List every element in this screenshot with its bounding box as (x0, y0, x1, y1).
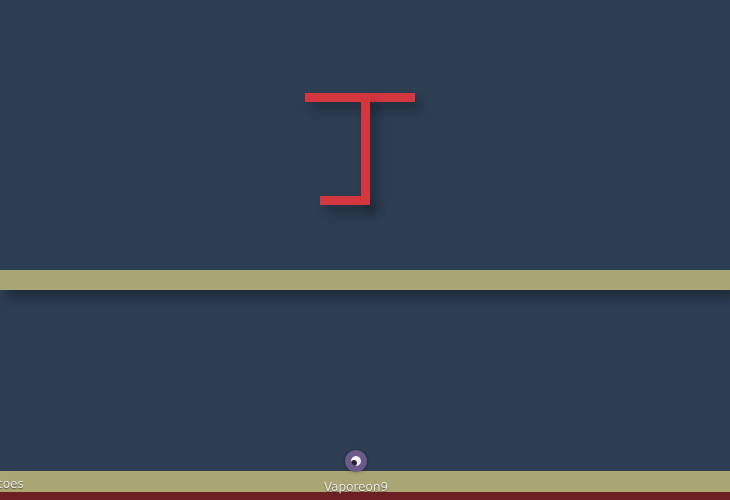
game-canvas[interactable]: Vaporeon9 toes (0, 0, 730, 500)
other-player-name-label: toes (0, 477, 24, 491)
middle-platform (0, 270, 730, 290)
player-pupil (351, 460, 357, 466)
red-obstacle-bottom-bar (320, 196, 370, 205)
player-eye (351, 456, 361, 466)
red-obstacle-top-bar (305, 93, 415, 102)
player-name-label: Vaporeon9 (323, 480, 389, 494)
red-obstacle-vertical-bar (361, 93, 370, 204)
player-ball-icon (345, 450, 367, 472)
